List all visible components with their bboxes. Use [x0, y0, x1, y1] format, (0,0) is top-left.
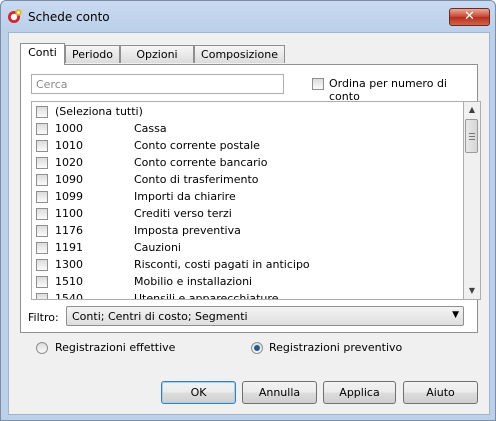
item-checkbox[interactable] [36, 293, 48, 299]
account-code: 1300 [55, 258, 83, 271]
item-checkbox[interactable] [36, 242, 48, 254]
account-code: 1100 [55, 207, 83, 220]
account-description: Conto corrente bancario [134, 156, 268, 169]
sort-by-number-label[interactable]: Ordina per numero di conto [329, 77, 477, 103]
sort-by-number-checkbox[interactable] [312, 78, 324, 90]
help-button[interactable]: Aiuto [403, 381, 478, 404]
select-all-item[interactable]: (Seleziona tutti) [32, 104, 442, 121]
app-logo-icon [8, 9, 22, 23]
select-all-checkbox[interactable] [36, 106, 48, 118]
list-item[interactable]: 1099 Importi da chiarire [32, 189, 442, 206]
tab-periodo[interactable]: Periodo [65, 45, 120, 63]
grip-line [469, 133, 475, 134]
list-item[interactable]: 1100 Crediti verso terzi [32, 206, 442, 223]
dialog-body: Conti Periodo Opzioni Composizione Ordin… [8, 32, 490, 415]
item-checkbox[interactable] [36, 208, 48, 220]
cancel-button[interactable]: Annulla [242, 381, 317, 404]
account-description: Importi da chiarire [134, 190, 236, 203]
account-code: 1020 [55, 156, 83, 169]
select-all-label: (Seleziona tutti) [55, 105, 143, 118]
search-box[interactable] [31, 74, 284, 94]
account-description: Cauzioni [134, 241, 181, 254]
radio-effective-postings[interactable] [36, 342, 48, 354]
grip-line [469, 139, 475, 140]
filter-dropdown[interactable]: Conti; Centri di costo; Segmenti ▼ [66, 306, 464, 326]
account-code: 1010 [55, 139, 83, 152]
window-title: Schede conto [28, 10, 110, 24]
list-item[interactable]: 1090 Conto di trasferimento [32, 172, 442, 189]
item-checkbox[interactable] [36, 225, 48, 237]
account-description: Conto corrente postale [134, 139, 260, 152]
tab-label: Conti [28, 46, 57, 59]
close-button[interactable]: ✕ [449, 8, 490, 26]
scroll-thumb[interactable] [465, 119, 478, 153]
tab-composizione[interactable]: Composizione [194, 45, 285, 63]
ok-button[interactable]: OK [161, 381, 236, 404]
list-scrollbar[interactable]: ▲ ▼ [464, 101, 481, 300]
filter-label: Filtro: [28, 311, 59, 324]
item-checkbox[interactable] [36, 259, 48, 271]
account-description: Mobilio e installazioni [134, 275, 253, 288]
radio-effective-label[interactable]: Registrazioni effettive [55, 341, 175, 354]
account-description: Imposta preventiva [134, 224, 241, 237]
tab-label: Opzioni [136, 48, 178, 61]
tab-label: Periodo [71, 48, 114, 61]
list-item[interactable]: 1000 Cassa [32, 121, 442, 138]
radio-budget-postings[interactable] [251, 342, 263, 354]
item-checkbox[interactable] [36, 276, 48, 288]
account-code: 1099 [55, 190, 83, 203]
tab-panel-conti: Ordina per numero di conto (Seleziona tu… [20, 64, 481, 333]
radio-selected-dot [254, 345, 260, 351]
account-code: 1176 [55, 224, 83, 237]
list-item[interactable]: 1176 Imposta preventiva [32, 223, 442, 240]
account-code: 1510 [55, 275, 83, 288]
account-code: 1540 [55, 292, 83, 300]
grip-line [469, 136, 475, 137]
list-item[interactable]: 1510 Mobilio e installazioni [32, 274, 442, 291]
scroll-up-icon[interactable]: ▲ [464, 102, 480, 118]
chevron-down-icon: ▼ [452, 310, 459, 320]
account-description: Utensili e apparecchiature [134, 292, 279, 300]
search-input[interactable] [36, 76, 276, 92]
item-checkbox[interactable] [36, 123, 48, 135]
filter-selected-value: Conti; Centri di costo; Segmenti [72, 310, 248, 323]
tab-conti[interactable]: Conti [20, 43, 65, 65]
item-checkbox[interactable] [36, 157, 48, 169]
account-description: Conto di trasferimento [134, 173, 259, 186]
tab-label: Composizione [201, 48, 278, 61]
item-checkbox[interactable] [36, 191, 48, 203]
close-icon: ✕ [464, 9, 475, 24]
item-checkbox[interactable] [36, 174, 48, 186]
list-item[interactable]: 1540 Utensili e apparecchiature [32, 291, 442, 300]
account-code: 1090 [55, 173, 83, 186]
list-item[interactable]: 1300 Risconti, costi pagati in anticipo [32, 257, 442, 274]
account-description: Cassa [134, 122, 167, 135]
account-code: 1191 [55, 241, 83, 254]
account-code: 1000 [55, 122, 83, 135]
tab-opzioni[interactable]: Opzioni [120, 45, 194, 63]
title-bar[interactable]: Schede conto ✕ [1, 1, 495, 33]
account-list[interactable]: (Seleziona tutti) 1000 Cassa 1010 Conto … [31, 101, 464, 300]
list-item[interactable]: 1020 Conto corrente bancario [32, 155, 442, 172]
item-checkbox[interactable] [36, 140, 48, 152]
scroll-down-icon[interactable]: ▼ [464, 283, 480, 299]
radio-budget-label[interactable]: Registrazioni preventivo [269, 341, 402, 354]
apply-button[interactable]: Applica [323, 381, 396, 404]
account-description: Crediti verso terzi [134, 207, 232, 220]
list-item[interactable]: 1010 Conto corrente postale [32, 138, 442, 155]
account-description: Risconti, costi pagati in anticipo [134, 258, 310, 271]
dialog-window: Schede conto ✕ Conti Periodo Opzioni Com… [0, 0, 496, 421]
list-item[interactable]: 1191 Cauzioni [32, 240, 442, 257]
